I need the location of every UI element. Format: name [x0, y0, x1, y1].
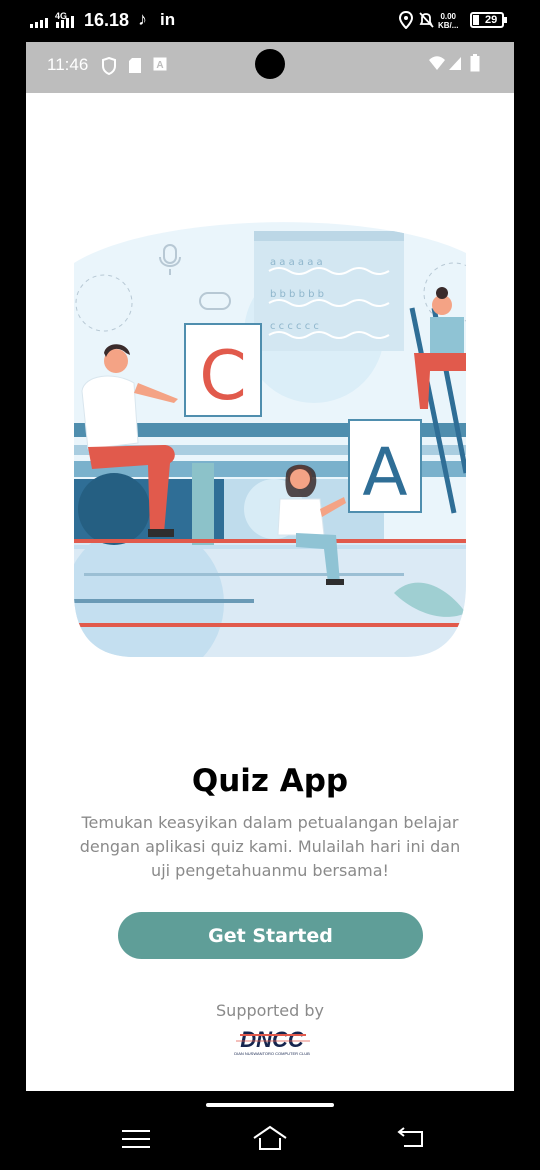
device-clock: 16.18: [84, 10, 130, 30]
battery-level: 29: [485, 14, 498, 26]
net-speed: 0.00 KB/...: [438, 12, 459, 30]
letter-card-a: A: [362, 434, 407, 511]
shield-icon: [102, 57, 116, 75]
emulator-battery-icon: [470, 54, 480, 72]
network-type: 4G: [55, 11, 68, 21]
page-title: Quiz App: [191, 763, 349, 799]
svg-text:b b b b b b: b b b b b b: [270, 289, 324, 300]
get-started-button[interactable]: Get Started: [118, 912, 423, 959]
tiktok-icon: ♪: [138, 9, 147, 29]
home-indicator[interactable]: [206, 1103, 334, 1107]
app-screen: a a a a a a b b b b b b c c c c c c C A …: [26, 93, 514, 1091]
sd-card-icon: [129, 58, 141, 73]
svg-text:DNCC: DNCC: [240, 1027, 305, 1052]
svg-text:DIAN NUSWANTORO COMPUTER CLUB: DIAN NUSWANTORO COMPUTER CLUB: [234, 1051, 310, 1056]
app-description: Temukan keasyikan dalam petualangan bela…: [79, 813, 461, 880]
home-icon[interactable]: [252, 1124, 288, 1152]
wifi-icon: [429, 56, 445, 70]
letter-card-c: C: [199, 337, 246, 416]
device-status-bar: 4G 16.18 ♪ in 0.00 KB/... 29: [0, 0, 540, 42]
mute-bell-icon: [419, 12, 434, 28]
menu-icon[interactable]: [122, 1128, 150, 1150]
location-icon: [398, 11, 414, 29]
linkedin-icon: in: [160, 10, 176, 29]
system-navigation-bar: [0, 1110, 540, 1170]
cell-signal-icon: [449, 57, 461, 70]
front-camera: [255, 49, 285, 79]
learning-illustration: a a a a a a b b b b b b c c c c c c C A: [74, 222, 466, 658]
dncc-logo: DNCC DIAN NUSWANTORO COMPUTER CLUB: [234, 1027, 310, 1056]
battery-icon: 29: [470, 12, 504, 28]
svg-text:A: A: [156, 60, 163, 71]
supported-by-label: Supported by: [216, 1001, 324, 1020]
svg-text:a a a a a a: a a a a a a: [270, 257, 323, 268]
svg-text:c c c c c c: c c c c c c: [270, 321, 319, 332]
emulator-status-bar: 11:46 A: [26, 42, 514, 93]
keyboard-a-icon: A: [153, 57, 167, 71]
back-icon[interactable]: [396, 1126, 426, 1150]
emulator-clock: 11:46: [47, 55, 89, 74]
